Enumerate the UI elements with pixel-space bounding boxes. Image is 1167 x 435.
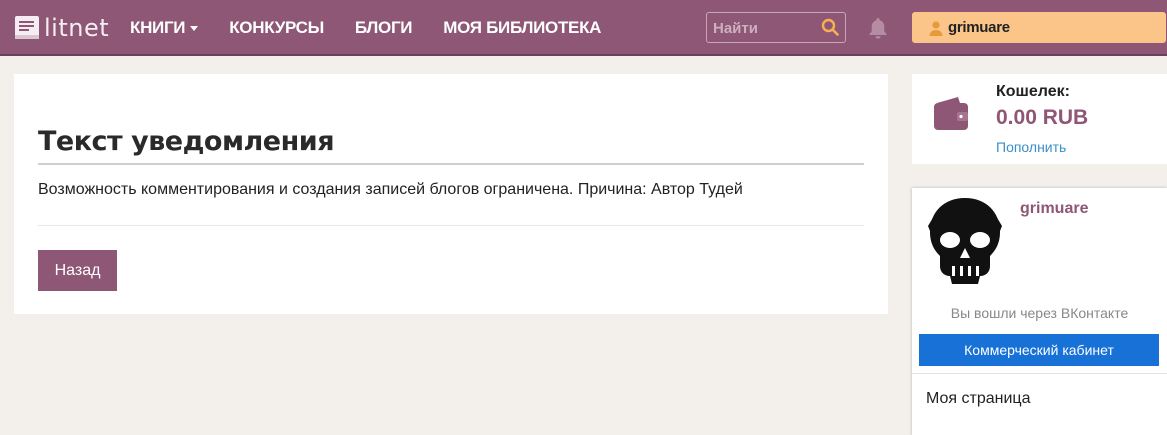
- user-menu[interactable]: grimuare: [912, 12, 1166, 43]
- divider: [38, 225, 864, 226]
- wallet-icon: [934, 97, 968, 130]
- wallet-balance: 0.00 RUB: [996, 106, 1089, 129]
- site-logo[interactable]: litnet: [14, 12, 109, 44]
- profile-name[interactable]: grimuare: [1020, 200, 1088, 218]
- page-title: Текст уведомления: [38, 126, 864, 165]
- nav-blogs[interactable]: Блоги: [355, 18, 413, 38]
- topup-link[interactable]: Пополнить: [996, 139, 1066, 155]
- divider: [912, 373, 1167, 374]
- nav-books[interactable]: Книги: [130, 18, 199, 38]
- search-icon[interactable]: [821, 18, 839, 36]
- profile-card: grimuare Вы вошли через ВКонтакте Коммер…: [912, 188, 1167, 435]
- main-nav: Книги Конкурсы Блоги Моя библиотека: [130, 18, 632, 38]
- nav-contests[interactable]: Конкурсы: [229, 18, 324, 38]
- book-logo-icon: [15, 16, 39, 39]
- user-icon: [929, 20, 943, 36]
- chevron-down-icon: [190, 26, 199, 32]
- search-box: [706, 12, 846, 43]
- logo-text: litnet: [44, 14, 110, 42]
- my-page-link[interactable]: Моя страница: [926, 390, 1030, 408]
- nav-books-label: Книги: [130, 18, 186, 37]
- bell-icon[interactable]: [866, 16, 890, 40]
- header-username: grimuare: [948, 19, 1010, 36]
- back-button[interactable]: Назад: [38, 250, 117, 291]
- login-note: Вы вошли через ВКонтакте: [950, 305, 1129, 321]
- nav-my-library[interactable]: Моя библиотека: [443, 18, 601, 38]
- wallet-card: Кошелек: 0.00 RUB Пополнить: [912, 74, 1167, 164]
- search-input[interactable]: [713, 17, 813, 39]
- wallet-label: Кошелек:: [996, 83, 1070, 100]
- notice-card: Текст уведомления Возможность комментиро…: [14, 74, 888, 314]
- top-navbar: litnet Книги Конкурсы Блоги Моя библиоте…: [0, 0, 1167, 56]
- notice-text: Возможность комментирования и создания з…: [38, 181, 743, 198]
- commercial-cabinet-button[interactable]: Коммерческий кабинет: [919, 334, 1159, 366]
- skull-avatar[interactable]: [926, 196, 1004, 286]
